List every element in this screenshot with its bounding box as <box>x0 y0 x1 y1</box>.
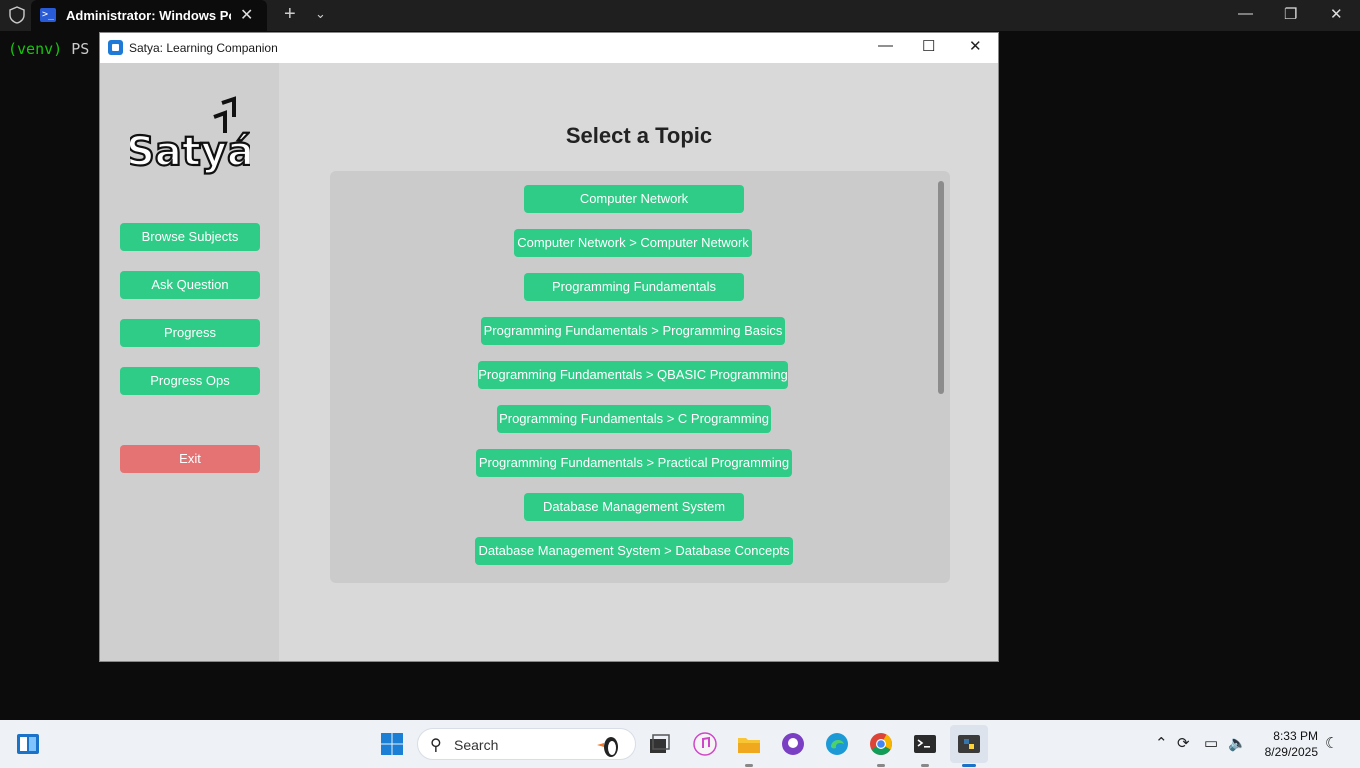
terminal-titlebar: >_ Administrator: Windows Powe ✕ + ⌄ — ❐… <box>0 0 1360 31</box>
main-content: Select a Topic Computer Network Computer… <box>279 63 998 661</box>
page-title: Select a Topic <box>565 123 713 148</box>
app-close-button[interactable]: ✕ <box>969 37 982 55</box>
progress-button[interactable]: Progress <box>120 319 260 347</box>
start-icon[interactable] <box>380 732 404 756</box>
topic-button[interactable]: Database Management System > Database Co… <box>475 537 793 565</box>
terminal-running-indicator <box>921 764 929 767</box>
file-explorer-icon[interactable] <box>737 732 761 756</box>
widgets-icon[interactable] <box>16 732 40 756</box>
prompt-venv: (venv) <box>8 40 63 58</box>
search-input[interactable]: ⚲ Search <box>417 728 636 760</box>
sync-icon[interactable]: ⟳ <box>1177 734 1190 752</box>
itunes-icon[interactable] <box>693 732 717 756</box>
chrome-running-indicator <box>877 764 885 767</box>
prompt-ps: PS <box>62 40 90 58</box>
chrome-icon[interactable] <box>869 732 893 756</box>
terminal-prompt: (venv) PS <box>8 40 89 58</box>
shield-icon <box>9 6 25 24</box>
task-view-icon[interactable] <box>647 732 671 756</box>
browse-subjects-button[interactable]: Browse Subjects <box>120 223 260 251</box>
terminal-tab-title: Administrator: Windows Powe <box>66 8 231 23</box>
new-tab-button[interactable]: + <box>284 3 296 26</box>
app-titlebar: Satya: Learning Companion — ☐ ✕ <box>100 33 998 63</box>
app-window: Satya: Learning Companion — ☐ ✕ Satyá Br… <box>99 32 999 662</box>
terminal-close-button[interactable]: ✕ <box>1330 5 1343 23</box>
chevron-up-icon[interactable]: ⌃ <box>1155 734 1168 752</box>
app-maximize-button[interactable]: ☐ <box>922 37 935 55</box>
clock-time: 8:33 PM <box>1273 729 1318 743</box>
edge-icon[interactable] <box>825 732 849 756</box>
tab-close-icon[interactable]: ✕ <box>240 5 253 25</box>
progress-ops-button[interactable]: Progress Ops <box>120 367 260 395</box>
topic-button[interactable]: Programming Fundamentals > Practical Pro… <box>476 449 792 477</box>
search-icon: ⚲ <box>430 737 442 754</box>
topic-button[interactable]: Programming Fundamentals > C Programming <box>497 405 771 433</box>
satya-logo: Satyá <box>130 96 250 176</box>
clock[interactable]: 8:33 PM 8/29/2025 <box>1258 728 1318 760</box>
github-desktop-icon[interactable] <box>781 732 805 756</box>
puffin-icon <box>597 737 618 757</box>
topic-list-panel: Computer Network Computer Network > Comp… <box>330 171 950 583</box>
ask-question-button[interactable]: Ask Question <box>120 271 260 299</box>
terminal-maximize-button[interactable]: ❐ <box>1284 5 1297 23</box>
file-explorer-running-indicator <box>745 764 753 767</box>
taskbar: ⚲ Search ⌃ ⟳ ▭ 🔈 8:33 PM 8/29/2025 ☾ <box>0 720 1360 768</box>
app-icon <box>108 40 123 55</box>
topic-scrollbar[interactable] <box>938 181 944 394</box>
sidebar: Satyá Browse Subjects Ask Question Progr… <box>100 63 279 661</box>
moon-icon[interactable]: ☾ <box>1325 734 1338 752</box>
tab-dropdown-button[interactable]: ⌄ <box>315 6 326 22</box>
powershell-icon: >_ <box>40 8 56 22</box>
network-icon[interactable]: ▭ <box>1204 734 1218 752</box>
python-active-indicator <box>962 764 976 767</box>
topic-button[interactable]: Database Management System <box>524 493 744 521</box>
topic-button[interactable]: Programming Fundamentals <box>524 273 744 301</box>
volume-icon[interactable]: 🔈 <box>1228 734 1247 752</box>
app-title: Satya: Learning Companion <box>129 41 278 55</box>
search-placeholder: Search <box>454 737 499 753</box>
terminal-minimize-button[interactable]: — <box>1238 5 1253 22</box>
topic-button[interactable]: Computer Network <box>524 185 744 213</box>
topic-button[interactable]: Programming Fundamentals > QBASIC Progra… <box>478 361 788 389</box>
python-icon[interactable] <box>957 732 981 756</box>
clock-date: 8/29/2025 <box>1264 745 1318 759</box>
svg-text:Satyá: Satyá <box>130 129 250 175</box>
topic-button[interactable]: Computer Network > Computer Network <box>514 229 752 257</box>
app-minimize-button[interactable]: — <box>878 37 893 54</box>
terminal-tab[interactable]: >_ Administrator: Windows Powe ✕ <box>31 0 267 31</box>
terminal-icon[interactable] <box>913 732 937 756</box>
exit-button[interactable]: Exit <box>120 445 260 473</box>
topic-button[interactable]: Programming Fundamentals > Programming B… <box>481 317 785 345</box>
